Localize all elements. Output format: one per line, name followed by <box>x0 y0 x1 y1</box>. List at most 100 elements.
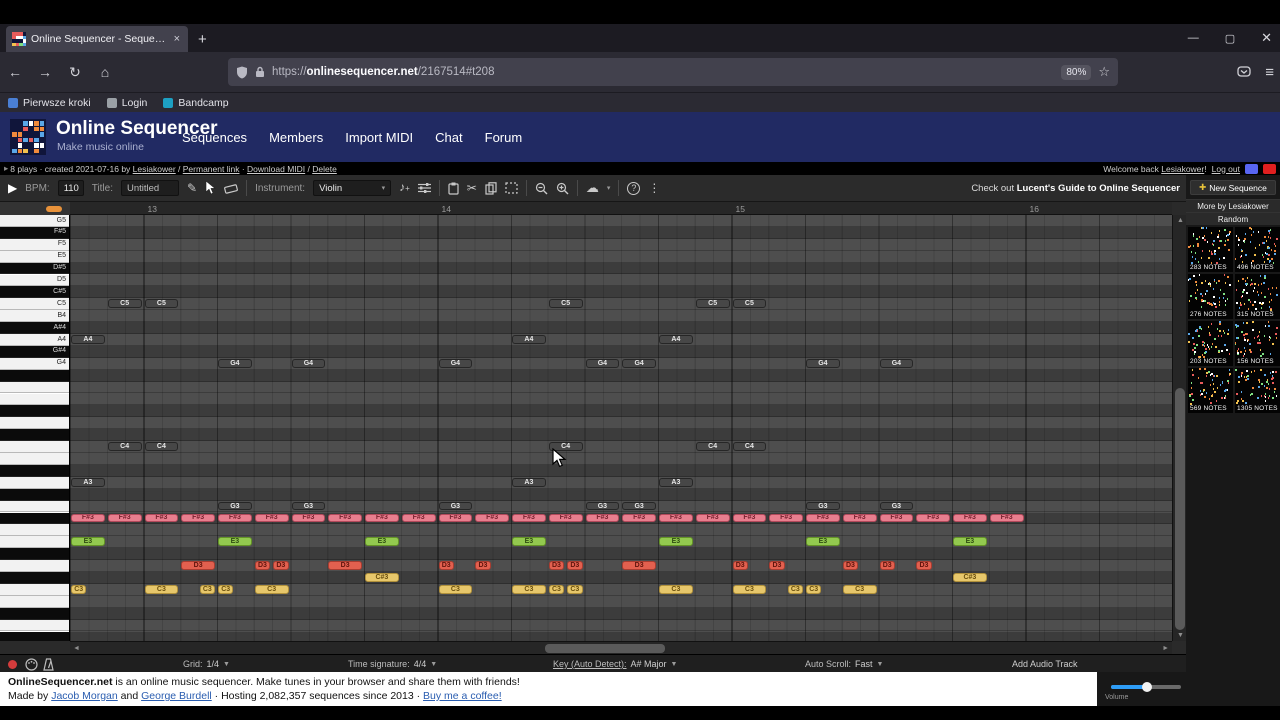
pocket-icon[interactable] <box>1237 65 1251 79</box>
home-icon[interactable]: ⌂ <box>90 64 120 80</box>
note-C4[interactable]: C4 <box>107 442 142 451</box>
note-E3[interactable]: E3 <box>365 537 399 547</box>
note-F#3[interactable]: F#3 <box>254 513 289 523</box>
nav-item-import-midi[interactable]: Import MIDI <box>345 130 413 145</box>
note-F#3[interactable]: F#3 <box>181 513 215 523</box>
pointer-tool-icon[interactable] <box>205 181 216 195</box>
tab-close-icon[interactable]: × <box>172 33 182 45</box>
piano-key-C5[interactable]: C5 <box>0 298 69 311</box>
save-cloud-icon[interactable]: ☁ <box>586 181 599 194</box>
close-icon[interactable]: ✕ <box>1261 30 1272 46</box>
copy-icon[interactable] <box>485 181 497 195</box>
eraser-tool-icon[interactable] <box>224 182 238 194</box>
piano-key-E3[interactable] <box>0 536 69 549</box>
piano-key-E4[interactable] <box>0 393 69 406</box>
note-C5[interactable]: C5 <box>732 299 767 309</box>
note-grid[interactable]: C5 C5 C5 C5 C5 A4 A4 A4 G4 G4 G4 G4 G4 G4 G4 C4 C4 C4 C4 C4… <box>70 215 1172 641</box>
edit-title-icon[interactable]: ✎ <box>187 182 197 194</box>
piano-key-G3[interactable] <box>0 500 69 513</box>
select-tool-icon[interactable] <box>505 182 518 194</box>
new-sequence-button[interactable]: ✚ New Sequence <box>1190 180 1276 195</box>
piano-key-B3[interactable] <box>0 453 69 465</box>
piano-key-D3[interactable] <box>0 560 69 572</box>
piano-key-G#3[interactable] <box>0 488 69 501</box>
note-C3[interactable]: C3 <box>806 584 822 594</box>
menu-icon[interactable]: ≡ <box>1265 64 1274 81</box>
note-D3[interactable]: D3 <box>732 561 748 570</box>
note-G4[interactable]: G4 <box>806 358 840 368</box>
note-F#3[interactable]: F#3 <box>107 513 142 523</box>
bookmark-item[interactable]: Pierwsze kroki <box>8 97 91 109</box>
note-C3[interactable]: C3 <box>512 584 546 594</box>
note-D3[interactable]: D3 <box>181 561 215 570</box>
piano-key-D#3[interactable] <box>0 548 69 561</box>
random-header[interactable]: Random <box>1186 212 1280 225</box>
forward-icon[interactable]: → <box>30 64 60 80</box>
nav-item-forum[interactable]: Forum <box>485 130 523 145</box>
note-E3[interactable]: E3 <box>218 537 252 547</box>
note-G4[interactable]: G4 <box>438 358 473 368</box>
note-D3[interactable]: D3 <box>328 561 362 570</box>
paste-icon[interactable] <box>448 182 459 195</box>
bookmark-item[interactable]: Bandcamp <box>163 97 229 109</box>
note-D3[interactable]: D3 <box>842 561 859 570</box>
note-C3[interactable]: C3 <box>199 584 215 594</box>
time-signature-select[interactable]: Time signature: 4/4 ▼ <box>348 655 437 673</box>
piano-key-D#4[interactable] <box>0 405 69 418</box>
more-options-icon[interactable]: ⋮ <box>648 182 660 194</box>
sequence-info-link[interactable]: Delete <box>312 164 337 174</box>
sequence-thumbnail[interactable]: 1305 NOTES <box>1235 368 1280 413</box>
note-E3[interactable]: E3 <box>512 537 546 547</box>
nav-item-chat[interactable]: Chat <box>435 130 462 145</box>
note-F#3[interactable]: F#3 <box>401 513 436 523</box>
note-G4[interactable]: G4 <box>879 358 914 368</box>
zoom-in-icon[interactable] <box>556 182 569 195</box>
piano-key-A4[interactable]: A4 <box>0 334 69 346</box>
key-select[interactable]: Key (Auto Detect): A# Major ▼ <box>553 655 677 673</box>
zoom-level-badge[interactable]: 80% <box>1061 64 1092 80</box>
note-A3[interactable]: A3 <box>512 477 546 487</box>
piano-key-B4[interactable]: B4 <box>0 310 69 323</box>
note-C4[interactable]: C4 <box>732 442 767 451</box>
note-D3[interactable]: D3 <box>916 561 932 570</box>
note-F#3[interactable]: F#3 <box>548 513 583 523</box>
note-D3[interactable]: D3 <box>438 561 454 570</box>
url-text[interactable]: https://onlinesequencer.net/2167514#t208 <box>272 66 1054 78</box>
note-F#3[interactable]: F#3 <box>144 513 179 523</box>
piano-key-A2[interactable] <box>0 619 69 632</box>
footer-link[interactable]: Jacob Morgan <box>51 690 118 702</box>
note-D3[interactable]: D3 <box>548 561 565 570</box>
note-G3[interactable]: G3 <box>585 501 620 511</box>
sequence-thumbnail[interactable]: 283 NOTES <box>1188 227 1233 272</box>
note-C3[interactable]: C3 <box>659 584 693 594</box>
sequence-info-link[interactable]: Permanent link <box>183 164 240 174</box>
note-G4[interactable]: G4 <box>291 358 326 368</box>
sequence-thumbnail[interactable]: 156 NOTES <box>1235 321 1280 366</box>
instrument-select[interactable]: Violin ▾ <box>313 180 392 196</box>
help-icon[interactable]: ? <box>627 181 641 195</box>
piano-key-G#4[interactable]: G#4 <box>0 345 69 358</box>
cut-icon[interactable]: ✂ <box>467 182 477 194</box>
piano-key-F3[interactable] <box>0 524 69 537</box>
piano-key-A#4[interactable]: A#4 <box>0 322 69 334</box>
sequence-thumbnail[interactable]: 276 NOTES <box>1188 274 1233 319</box>
grid-size-select[interactable]: Grid: 1/4 ▼ <box>183 655 230 673</box>
note-E3[interactable]: E3 <box>953 537 987 547</box>
note-F#3[interactable]: F#3 <box>769 513 803 523</box>
note-A4[interactable]: A4 <box>71 335 105 344</box>
horizontal-scroll-thumb[interactable] <box>545 644 665 653</box>
note-D3[interactable]: D3 <box>254 561 271 570</box>
note-C3[interactable]: C3 <box>438 584 473 594</box>
piano-key-C#5[interactable]: C#5 <box>0 286 69 299</box>
scroll-left-icon[interactable]: ◄ <box>73 645 80 652</box>
more-by-header[interactable]: More by Lesiakower <box>1186 199 1280 212</box>
sequence-thumbnail[interactable]: 496 NOTES <box>1235 227 1280 272</box>
vertical-scrollbar[interactable]: ▲ ▼ <box>1172 215 1186 641</box>
lock-icon[interactable] <box>255 66 265 78</box>
maximize-icon[interactable]: ▢ <box>1225 32 1235 45</box>
timeline[interactable]: 13 14 15 16 <box>70 202 1172 215</box>
bookmark-item[interactable]: Login <box>106 97 147 109</box>
sequence-thumbnail[interactable]: 203 NOTES <box>1188 321 1233 366</box>
footer-link[interactable]: George Burdell <box>141 690 212 702</box>
site-logo-icon[interactable] <box>10 119 46 155</box>
